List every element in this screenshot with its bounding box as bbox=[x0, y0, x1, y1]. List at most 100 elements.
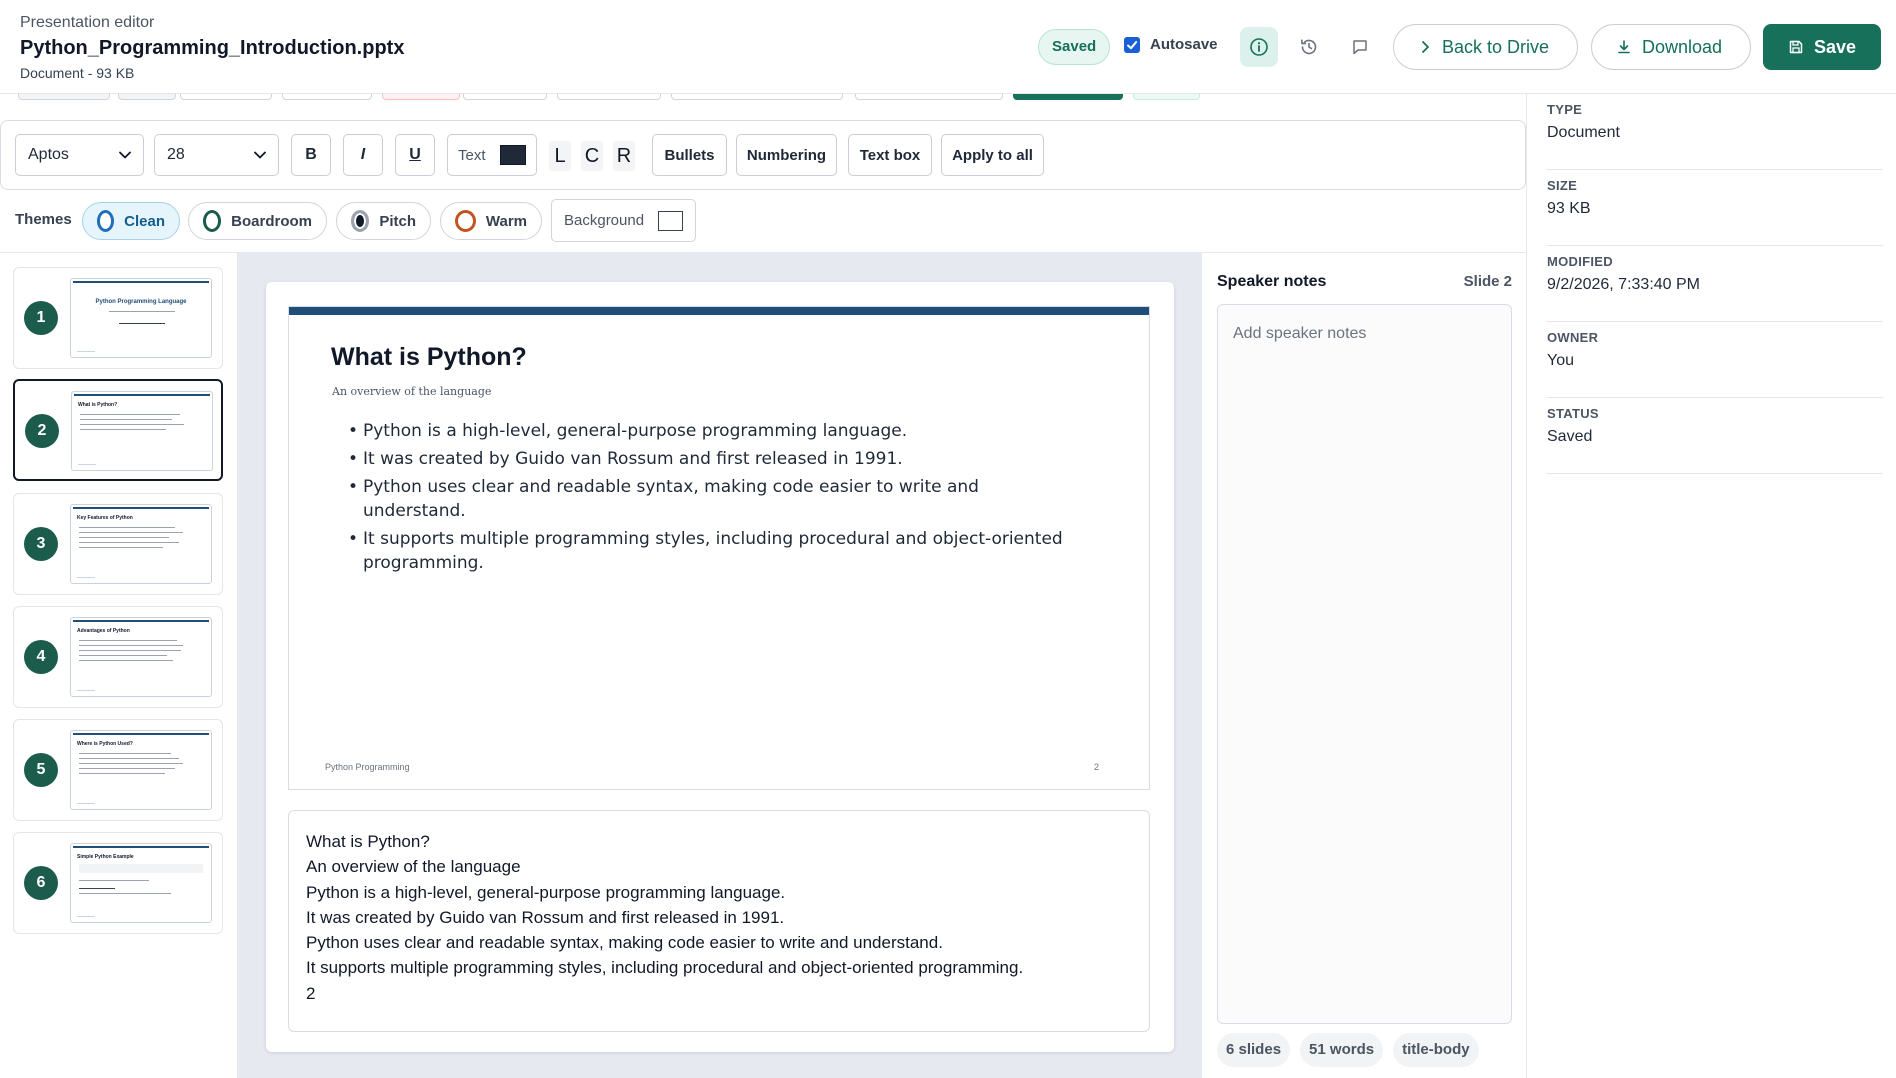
slide-number-badge: 5 bbox=[24, 753, 58, 787]
file-name: Python_Programming_Introduction.pptx bbox=[20, 37, 405, 59]
info-size: SIZE 93 KB bbox=[1547, 170, 1883, 246]
hidden-toolbar-primary-button[interactable] bbox=[1013, 94, 1123, 100]
slide-preview-code-block bbox=[79, 864, 203, 873]
align-center-button[interactable]: C bbox=[581, 141, 603, 171]
info-value: 93 KB bbox=[1547, 200, 1591, 217]
info-owner: OWNER You bbox=[1547, 322, 1883, 398]
theme-warm-swatch bbox=[455, 210, 476, 232]
speaker-notes-input[interactable]: Add speaker notes bbox=[1217, 304, 1512, 1024]
theme-clean[interactable]: Clean bbox=[82, 202, 180, 240]
slide-bullet: Python uses clear and readable syntax, m… bbox=[348, 475, 1068, 523]
slide-preview-title: Advantages of Python bbox=[77, 628, 130, 634]
italic-button[interactable]: I bbox=[343, 134, 383, 176]
slide-thumbnail-2[interactable]: 2 What is Python? bbox=[13, 379, 223, 481]
app-label: Presentation editor bbox=[20, 14, 155, 31]
file-info-panel: TYPE Document SIZE 93 KB MODIFIED 9/2/20… bbox=[1526, 94, 1896, 1078]
info-label: SIZE bbox=[1547, 178, 1578, 193]
hidden-toolbar-button[interactable] bbox=[671, 94, 843, 100]
slide-preview-line bbox=[79, 763, 183, 764]
slide-number-badge: 2 bbox=[25, 414, 59, 448]
slide-preview: Advantages of Python bbox=[70, 617, 212, 697]
hidden-toolbar-button[interactable] bbox=[382, 94, 460, 100]
autosave-checkbox[interactable] bbox=[1124, 36, 1140, 53]
font-size-select[interactable]: 28 bbox=[154, 134, 279, 176]
info-value: Document bbox=[1547, 124, 1620, 141]
slide-preview: Key Features of Python bbox=[70, 504, 212, 584]
hidden-toolbar-tab[interactable] bbox=[18, 94, 110, 100]
slide-thumbnail-5[interactable]: 5 Where is Python Used? bbox=[13, 719, 223, 821]
hidden-toolbar-button[interactable] bbox=[282, 94, 372, 100]
slide-accent-bar bbox=[289, 307, 1149, 315]
numbering-button[interactable]: Numbering bbox=[736, 134, 837, 176]
hidden-toolbar-button[interactable] bbox=[557, 94, 661, 100]
text-box-button[interactable]: Text box bbox=[848, 134, 932, 176]
hidden-toolbar-button[interactable] bbox=[463, 94, 547, 100]
bold-button[interactable]: B bbox=[291, 134, 331, 176]
text-color-picker[interactable]: Text bbox=[447, 134, 537, 176]
download-icon bbox=[1618, 40, 1630, 54]
current-slide[interactable]: What is Python? An overview of the langu… bbox=[288, 306, 1150, 790]
underline-button[interactable]: U bbox=[395, 134, 435, 176]
apply-to-all-button[interactable]: Apply to all bbox=[941, 134, 1044, 176]
slide-number-badge: 1 bbox=[24, 301, 58, 335]
slide-text-content[interactable]: What is Python? An overview of the langu… bbox=[306, 829, 1023, 1006]
hidden-toolbar-row bbox=[0, 94, 1526, 108]
theme-warm[interactable]: Warm bbox=[440, 202, 542, 240]
download-button[interactable]: Download bbox=[1591, 24, 1751, 70]
font-family-select[interactable]: Aptos bbox=[15, 134, 144, 176]
document-stats: 6 slides 51 words title-body bbox=[1217, 1033, 1479, 1067]
info-label: STATUS bbox=[1547, 406, 1599, 421]
slide-preview-line bbox=[79, 655, 167, 656]
save-button[interactable]: Save bbox=[1763, 24, 1881, 70]
slide-thumbnails: 1 Python Programming Language 2 What is … bbox=[0, 252, 238, 1078]
theme-clean-label: Clean bbox=[124, 212, 165, 230]
info-status: STATUS Saved bbox=[1547, 398, 1883, 474]
comments-button[interactable] bbox=[1341, 27, 1379, 67]
themes-row: Themes Clean Boardroom Pitch Warm Backgr… bbox=[0, 198, 1526, 252]
hidden-toolbar-button[interactable] bbox=[1133, 94, 1200, 100]
layout-badge: title-body bbox=[1393, 1033, 1479, 1067]
slide-thumbnail-4[interactable]: 4 Advantages of Python bbox=[13, 606, 223, 708]
slide-preview-line bbox=[79, 542, 179, 543]
bullets-button[interactable]: Bullets bbox=[652, 134, 727, 176]
hidden-toolbar-button[interactable] bbox=[855, 94, 1003, 100]
hidden-toolbar-tab[interactable] bbox=[118, 94, 176, 100]
slide-subtitle[interactable]: An overview of the language bbox=[332, 385, 491, 398]
autosave-toggle[interactable]: Autosave bbox=[1124, 36, 1218, 53]
font-size-value: 28 bbox=[167, 146, 185, 163]
align-left-button[interactable]: L bbox=[549, 141, 571, 171]
info-type: TYPE Document bbox=[1547, 94, 1883, 170]
autosave-label: Autosave bbox=[1150, 36, 1218, 53]
slide-preview-accent bbox=[73, 846, 209, 848]
slide-thumbnail-1[interactable]: 1 Python Programming Language bbox=[13, 267, 223, 369]
slide-preview-footer bbox=[77, 803, 95, 804]
slide-number-badge: 3 bbox=[24, 527, 58, 561]
slide-canvas-area: What is Python? An overview of the langu… bbox=[238, 252, 1202, 1078]
text-line: It supports multiple programming styles,… bbox=[306, 958, 1024, 978]
slide-title[interactable]: What is Python? bbox=[331, 343, 527, 372]
slide-preview-accent bbox=[74, 394, 210, 396]
slide-body[interactable]: Python is a high-level, general-purpose … bbox=[348, 419, 1068, 579]
presentation-editor: Presentation editor Python_Programming_I… bbox=[0, 0, 1896, 1078]
info-value: Saved bbox=[1547, 428, 1593, 445]
align-right-button[interactable]: R bbox=[613, 141, 635, 171]
saved-badge: Saved bbox=[1038, 29, 1111, 65]
info-button[interactable] bbox=[1240, 27, 1278, 67]
slide-preview: Python Programming Language bbox=[70, 278, 212, 358]
floppy-disk-icon bbox=[1789, 40, 1803, 54]
slide-text-editor[interactable]: What is Python? An overview of the langu… bbox=[288, 810, 1150, 1032]
theme-boardroom[interactable]: Boardroom bbox=[188, 202, 327, 240]
theme-pitch[interactable]: Pitch bbox=[336, 202, 431, 240]
slide-count-badge: 6 slides bbox=[1217, 1033, 1291, 1067]
info-label: TYPE bbox=[1547, 102, 1583, 117]
slide-preview-line bbox=[79, 758, 179, 759]
back-to-drive-button[interactable]: Back to Drive bbox=[1393, 24, 1578, 70]
slide-thumbnail-3[interactable]: 3 Key Features of Python bbox=[13, 493, 223, 595]
slide-preview-line bbox=[79, 532, 183, 533]
speaker-notes-placeholder: Add speaker notes bbox=[1233, 325, 1367, 342]
theme-clean-swatch bbox=[97, 210, 115, 232]
history-button[interactable] bbox=[1290, 27, 1328, 67]
hidden-toolbar-button[interactable] bbox=[180, 94, 272, 100]
slide-thumbnail-6[interactable]: 6 Simple Python Example bbox=[13, 832, 223, 934]
background-color-picker[interactable]: Background bbox=[551, 199, 696, 242]
